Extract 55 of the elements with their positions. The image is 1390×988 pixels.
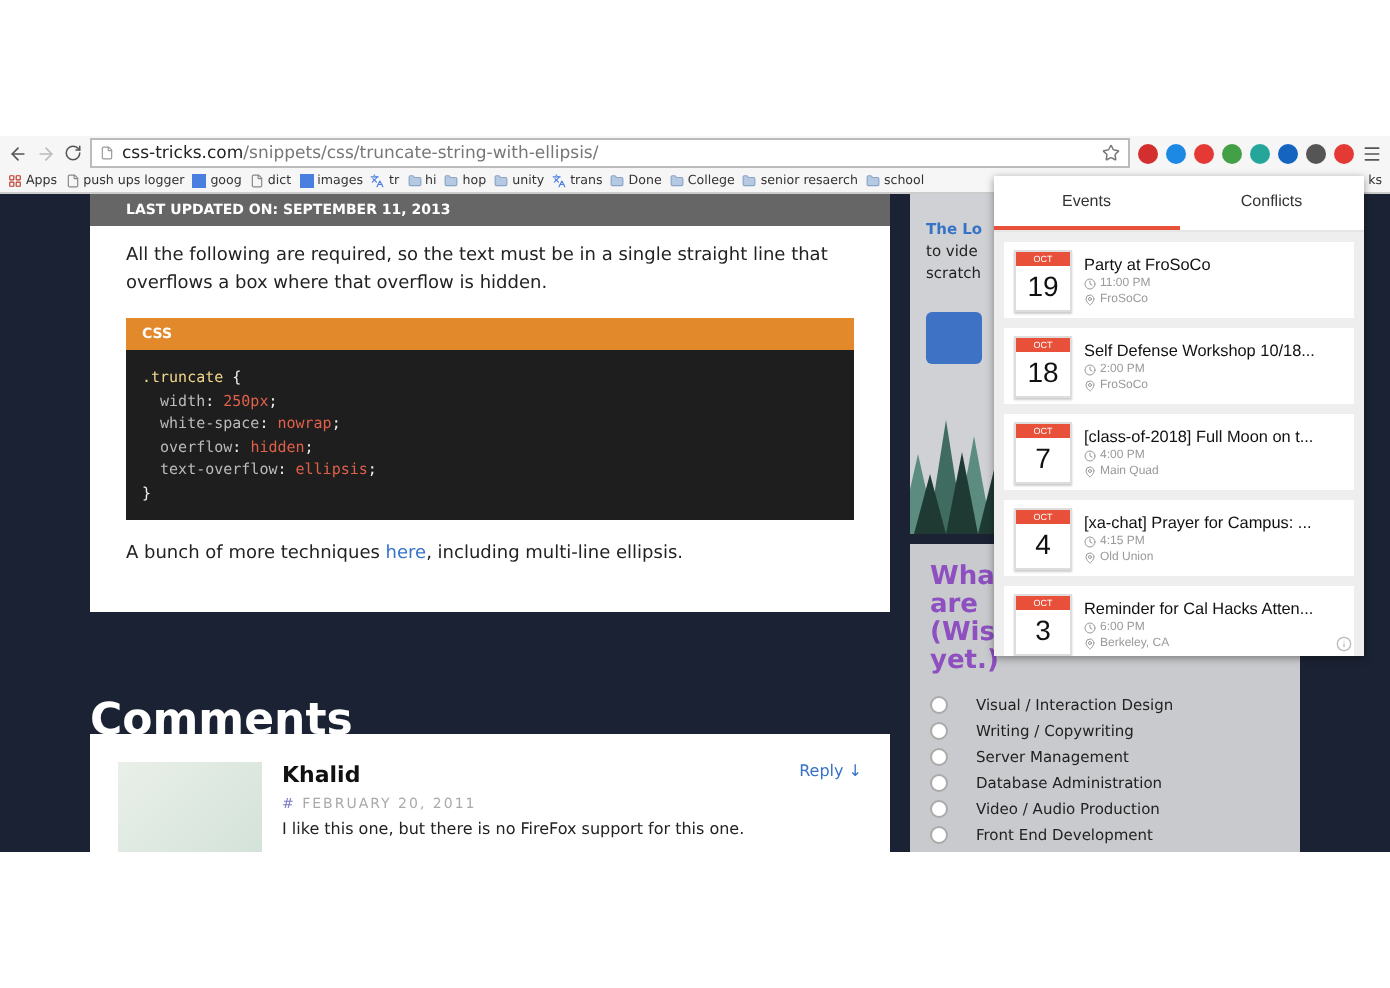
event-title: Self Defense Workshop 10/18... — [1084, 339, 1315, 361]
pin-icon — [1084, 379, 1096, 391]
back-icon[interactable] — [8, 143, 28, 163]
page-icon — [100, 146, 114, 160]
extension-icon[interactable] — [1194, 143, 1214, 163]
g-logo-icon — [192, 174, 207, 188]
poll-question: (Wis — [930, 620, 995, 648]
folder-icon — [444, 174, 459, 188]
intro-text: All the following are required, so the text must be in a single straight line that overflows a box where that overflow is hidden. — [126, 244, 830, 298]
poll-question: yet.) — [930, 648, 999, 676]
popup-tab[interactable]: Conflicts — [1179, 176, 1364, 230]
event-title: Reminder for Cal Hacks Atten... — [1084, 597, 1314, 619]
star-icon[interactable] — [1102, 144, 1120, 162]
translate-icon — [552, 174, 567, 188]
folder-icon — [494, 174, 509, 188]
clock-icon — [1084, 621, 1096, 633]
extension-icon[interactable] — [1306, 143, 1326, 163]
poll-question: Wha — [930, 564, 995, 592]
clock-icon — [1084, 449, 1096, 461]
here-link[interactable]: here — [385, 544, 427, 564]
address-bar[interactable]: css-tricks.com/snippets/css/truncate-string-with-ellipsis/ — [90, 138, 1130, 168]
clock-icon — [1084, 363, 1096, 375]
comments-heading: Comments — [90, 696, 355, 746]
poll-question: are — [930, 592, 979, 620]
popup-tab[interactable]: Events — [994, 176, 1179, 230]
g-logo-icon — [299, 174, 314, 188]
comment-author: Khalid — [282, 762, 361, 788]
reload-icon[interactable] — [64, 144, 82, 162]
extension-icon[interactable] — [1166, 143, 1186, 163]
apps-grid-icon — [8, 174, 22, 188]
event-title: Party at FroSoCo — [1084, 253, 1211, 275]
reply-link[interactable]: Reply ↓ — [799, 762, 862, 788]
folder-icon — [610, 174, 625, 188]
event-title: [xa-chat] Prayer for Campus: ... — [1084, 511, 1312, 533]
techniques-text: A bunch of more techniques here, including multi-line ellipsis. — [126, 542, 685, 568]
extension-icon[interactable] — [1138, 143, 1158, 163]
event-title: [class-of-2018] Full Moon on t... — [1084, 425, 1314, 447]
folder-icon — [865, 174, 880, 188]
extension-icon[interactable] — [1278, 143, 1298, 163]
page-icon — [65, 174, 80, 188]
folder-icon — [407, 174, 422, 188]
pin-icon — [1084, 293, 1096, 305]
pin-icon — [1084, 465, 1096, 477]
page-icon — [249, 174, 264, 188]
clock-icon — [1084, 277, 1096, 289]
pin-icon — [1084, 551, 1096, 563]
folder-icon — [742, 174, 757, 188]
extension-icon[interactable] — [1334, 143, 1354, 163]
translate-icon — [370, 174, 385, 188]
extension-icon[interactable] — [1222, 143, 1242, 163]
pin-icon — [1084, 637, 1096, 649]
clock-icon — [1084, 535, 1096, 547]
comment-text: I like this one, but there is no FireFox support for this one. — [282, 820, 747, 838]
folder-icon — [669, 174, 684, 188]
menu-icon[interactable] — [1362, 143, 1382, 163]
